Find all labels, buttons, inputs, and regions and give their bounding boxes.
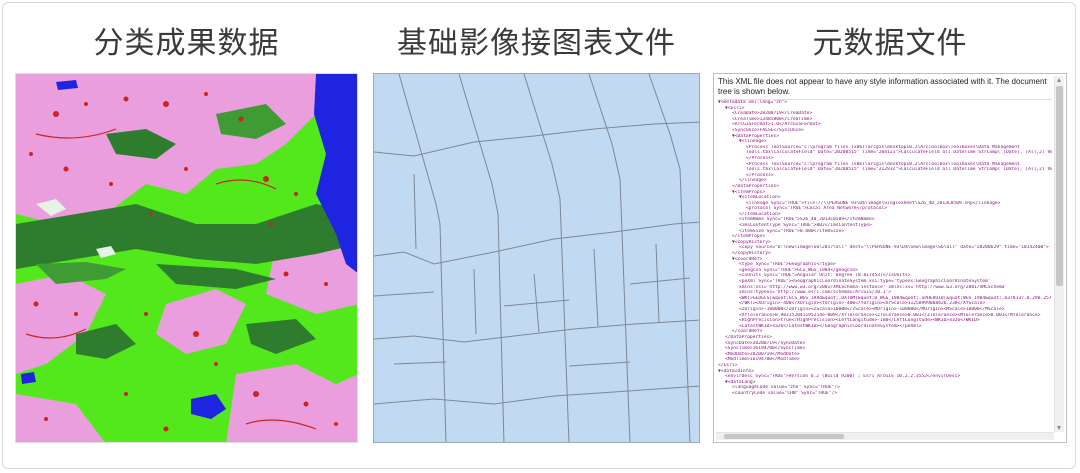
xml-line: Tools.tbx\CalculateField" Date="20200515… (746, 167, 1052, 173)
vertical-scrollbar[interactable] (1054, 76, 1064, 432)
xml-document-tree[interactable]: ▼<metadata xml:lang="zh"> ▼<Esri> <CreaDat… (718, 100, 1052, 432)
basemap-index-panel (373, 73, 700, 443)
heading-metadata: 元数据文件 (812, 26, 968, 61)
horizontal-scrollbar[interactable] (716, 432, 1054, 440)
heading-classification: 分类成果数据 (93, 26, 280, 61)
horizontal-scroll-thumb[interactable] (724, 434, 844, 439)
heading-basemap: 基础影像接图表文件 (397, 26, 676, 61)
xml-metadata-panel: This XML file does not appear to have an… (713, 73, 1067, 443)
xml-info-banner: This XML file does not appear to have an… (718, 77, 1052, 100)
classification-map-panel (15, 73, 358, 443)
xml-line: <ZOrigin>-100000</ZOrigin><ZScale>10000<… (739, 306, 1005, 312)
classification-map (16, 74, 357, 442)
scroll-up-icon[interactable] (1057, 78, 1061, 82)
scroll-down-icon[interactable] (1057, 426, 1061, 430)
vertical-scroll-thumb[interactable] (1056, 86, 1063, 286)
xml-line: <countryCode value="CHN" Sync="TRUE"/> (732, 390, 838, 396)
basemap-index-map (374, 74, 699, 442)
